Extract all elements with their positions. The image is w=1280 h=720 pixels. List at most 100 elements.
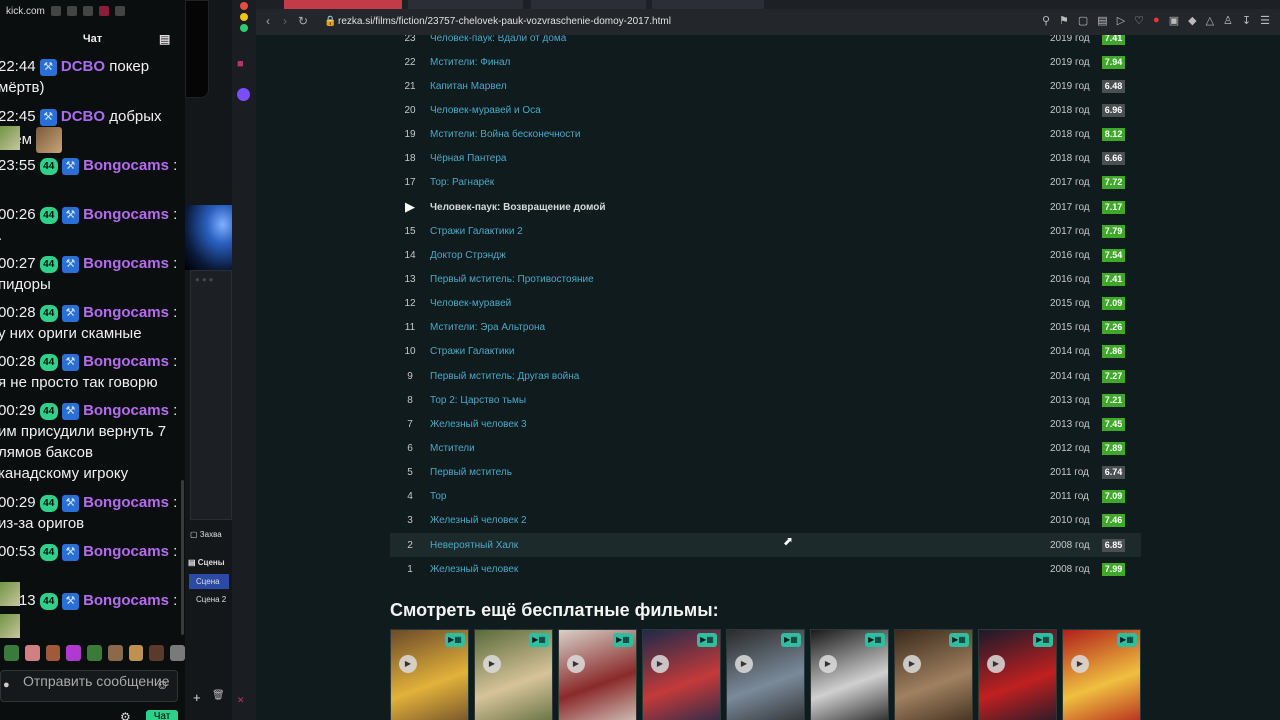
maximize-dot-icon[interactable] bbox=[240, 24, 248, 32]
movie-poster[interactable]: ▶▦ ▶ bbox=[726, 629, 805, 720]
film-title[interactable]: Железный человек 2 bbox=[430, 515, 1050, 526]
tab-icon[interactable] bbox=[98, 6, 109, 16]
username[interactable]: DCBO bbox=[61, 58, 105, 75]
play-icon[interactable]: ▶ bbox=[735, 655, 753, 673]
movie-poster[interactable]: ▶▦ ▶ bbox=[474, 629, 553, 720]
reload-icon[interactable]: ↻ bbox=[298, 14, 308, 28]
username[interactable]: Bongocams bbox=[83, 592, 169, 609]
url-field[interactable]: rezka.si/films/fiction/23757-chelovek-pa… bbox=[338, 16, 671, 27]
film-title[interactable]: Первый мститель: Противостояние bbox=[430, 274, 1050, 285]
movie-poster[interactable]: ▶▦ ▶ bbox=[894, 629, 973, 720]
emoji-icon[interactable]: ☺ bbox=[156, 678, 169, 692]
extension-icon[interactable]: ▣ bbox=[1169, 14, 1179, 27]
tab[interactable] bbox=[652, 0, 764, 9]
emote-icon[interactable] bbox=[66, 645, 82, 661]
list-item[interactable]: 17 Тор: Рагнарёк 2017 год 7.72 bbox=[390, 171, 1141, 195]
list-item[interactable]: 22 Мстители: Финал 2019 год 7.94 bbox=[390, 50, 1141, 74]
play-icon[interactable]: ▶ bbox=[483, 655, 501, 673]
film-title[interactable]: Мстители bbox=[430, 443, 1050, 454]
close-icon[interactable]: ✕ bbox=[237, 695, 245, 706]
assistant-icon[interactable] bbox=[237, 88, 250, 101]
play-icon[interactable]: ▶ bbox=[1071, 655, 1089, 673]
lock-extension-icon[interactable]: △ bbox=[1206, 14, 1214, 27]
list-item[interactable]: 14 Доктор Стрэндж 2016 год 7.54 bbox=[390, 243, 1141, 267]
emote-icon[interactable] bbox=[24, 645, 40, 661]
film-title[interactable]: Доктор Стрэндж bbox=[430, 250, 1050, 261]
movie-poster[interactable]: ▶▦ ▶ bbox=[558, 629, 637, 720]
play-icon[interactable]: ▶ bbox=[651, 655, 669, 673]
profile-icon[interactable]: ♙ bbox=[1223, 14, 1233, 27]
emote-icon[interactable] bbox=[4, 645, 19, 661]
forward-icon[interactable]: › bbox=[283, 14, 287, 28]
movie-poster[interactable]: ▶▦ ▶ bbox=[390, 629, 469, 720]
chat-scrollbar[interactable] bbox=[181, 480, 184, 635]
film-title[interactable]: Чёрная Пантера bbox=[430, 153, 1050, 164]
emote-icon[interactable] bbox=[45, 645, 61, 661]
film-title[interactable]: Тор 2: Царство тьмы bbox=[430, 395, 1050, 406]
play-icon[interactable]: ▶ bbox=[567, 655, 585, 673]
add-scene-icon[interactable]: + bbox=[193, 690, 201, 705]
lock-icon[interactable]: 🔒 bbox=[324, 16, 336, 27]
movie-poster[interactable]: ▶▦ ▶ bbox=[810, 629, 889, 720]
username[interactable]: DCBO bbox=[61, 108, 105, 125]
trash-icon[interactable]: 🗑 bbox=[212, 690, 225, 701]
film-title[interactable]: Человек-муравей bbox=[430, 298, 1050, 309]
list-item[interactable]: 21 Капитан Марвел 2019 год 6.48 bbox=[390, 74, 1141, 98]
emote-icon[interactable] bbox=[149, 645, 165, 661]
play-icon[interactable]: ▶ bbox=[987, 655, 1005, 673]
film-title[interactable]: Мстители: Финал bbox=[430, 57, 1050, 68]
extension-icon[interactable]: ● bbox=[1153, 14, 1160, 27]
users-icon[interactable]: ▤ bbox=[159, 32, 171, 46]
movie-poster[interactable]: ▶▦ ▶ bbox=[978, 629, 1057, 720]
chat-settings-icon[interactable]: ● bbox=[3, 678, 10, 692]
emote-icon[interactable] bbox=[87, 645, 102, 661]
list-item[interactable]: 18 Чёрная Пантера 2018 год 6.66 bbox=[390, 147, 1141, 171]
username[interactable]: Bongocams bbox=[83, 157, 169, 174]
menu-icon[interactable]: ☰ bbox=[1260, 14, 1270, 27]
username[interactable]: Bongocams bbox=[83, 353, 169, 370]
list-item[interactable]: 15 Стражи Галактики 2 2017 год 7.79 bbox=[390, 219, 1141, 243]
movie-poster[interactable]: ▶▦ ▶ bbox=[1062, 629, 1141, 720]
capture-source[interactable]: ▢ Захва bbox=[190, 530, 222, 539]
tab[interactable] bbox=[531, 0, 646, 9]
gear-icon[interactable]: ⚙ bbox=[120, 710, 131, 720]
film-title[interactable]: Человек-паук: Вдали от дома bbox=[430, 35, 1050, 44]
emote-icon[interactable] bbox=[107, 645, 123, 661]
username[interactable]: Bongocams bbox=[83, 402, 169, 419]
film-title[interactable]: Стражи Галактики bbox=[430, 346, 1050, 357]
username[interactable]: Bongocams bbox=[83, 206, 169, 223]
list-item[interactable]: 11 Мстители: Эра Альтрона 2015 год 7.26 bbox=[390, 316, 1141, 340]
list-item[interactable]: 3 Железный человек 2 2010 год 7.46 bbox=[390, 509, 1141, 533]
download-icon[interactable]: ↧ bbox=[1242, 14, 1251, 27]
emote-icon[interactable] bbox=[128, 645, 144, 661]
film-title[interactable]: Мстители: Эра Альтрона bbox=[430, 322, 1050, 333]
tab-icon[interactable] bbox=[82, 6, 93, 16]
play-icon[interactable]: ▶ bbox=[819, 655, 837, 673]
film-title[interactable]: Невероятный Халк bbox=[430, 540, 1050, 551]
film-title[interactable]: Тор: Рагнарёк bbox=[430, 177, 1050, 188]
send-button[interactable]: Чат bbox=[146, 710, 178, 720]
minimize-dot-icon[interactable] bbox=[240, 13, 248, 21]
tab-icon[interactable] bbox=[66, 6, 77, 16]
film-title[interactable]: Человек-муравей и Оса bbox=[430, 105, 1050, 116]
film-title[interactable]: Мстители: Война бесконечности bbox=[430, 129, 1050, 140]
chat-input[interactable]: ● Отправить сообщение ☺ bbox=[0, 670, 178, 702]
list-item[interactable]: 9 Первый мститель: Другая война 2014 год 7.… bbox=[390, 364, 1141, 388]
tab[interactable] bbox=[408, 0, 523, 9]
tab-icon[interactable] bbox=[114, 6, 125, 16]
favorite-icon[interactable]: ♡ bbox=[1134, 14, 1144, 27]
list-item[interactable]: 10 Стражи Галактики 2014 год 7.86 bbox=[390, 340, 1141, 364]
film-title[interactable]: Первый мститель bbox=[430, 467, 1050, 478]
list-item[interactable]: 1 Железный человек 2008 год 7.99 bbox=[390, 557, 1141, 581]
extension-icon[interactable]: ◆ bbox=[1188, 14, 1196, 27]
film-title[interactable]: Железный человек 3 bbox=[430, 419, 1050, 430]
username[interactable]: Bongocams bbox=[83, 543, 169, 560]
list-item[interactable]: 12 Человек-муравей 2015 год 7.09 bbox=[390, 292, 1141, 316]
list-item[interactable]: 19 Мстители: Война бесконечности 2018 год 8… bbox=[390, 123, 1141, 147]
list-item[interactable]: 2 Невероятный Халк 2008 год 6.85 bbox=[390, 532, 1141, 558]
film-title[interactable]: Стражи Галактики 2 bbox=[430, 226, 1050, 237]
list-item[interactable]: 6 Мстители 2012 год 7.89 bbox=[390, 436, 1141, 460]
username[interactable]: Bongocams bbox=[83, 304, 169, 321]
list-item[interactable]: 7 Железный человек 3 2013 год 7.45 bbox=[390, 412, 1141, 436]
list-item[interactable]: 4 Тор 2011 год 7.09 bbox=[390, 485, 1141, 509]
